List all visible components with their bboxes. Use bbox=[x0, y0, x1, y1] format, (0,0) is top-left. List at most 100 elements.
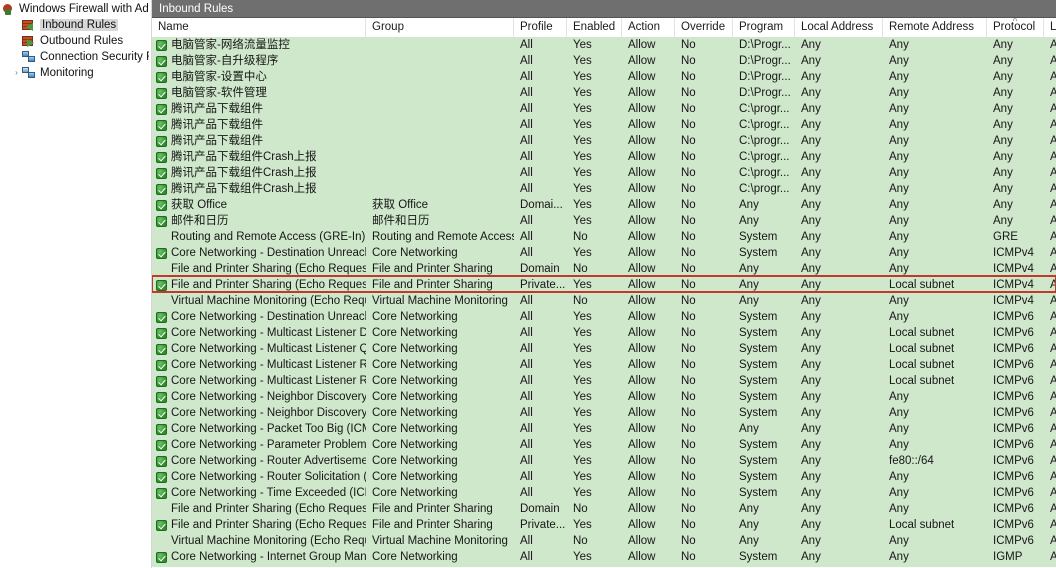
column-header-remote_address[interactable]: Remote Address bbox=[883, 18, 987, 37]
cell-override: No bbox=[681, 471, 696, 483]
sidebar-item-outbound-rules[interactable]: Outbound Rules bbox=[0, 33, 151, 49]
rules-grid-body[interactable]: 电脑管家-网络流量监控 All Yes Allow No D:\Progr... Any An… bbox=[152, 37, 1056, 567]
column-header-action[interactable]: Action bbox=[622, 18, 675, 37]
table-row[interactable]: 电脑管家-软件管理 All Yes Allow No D:\Progr... Any Any A… bbox=[152, 85, 1056, 101]
column-header-override[interactable]: Override bbox=[675, 18, 733, 37]
table-row[interactable]: 电脑管家-设置中心 All Yes Allow No D:\Progr... Any Any A… bbox=[152, 69, 1056, 85]
cell-group: Core Networking bbox=[372, 487, 458, 499]
table-row[interactable]: Core Networking - Time Exceeded (ICMP...… bbox=[152, 485, 1056, 501]
cell-local_address: Any bbox=[801, 519, 821, 531]
rule-disabled-blank-icon bbox=[156, 232, 167, 243]
cell-protocol: ICMPv6 bbox=[993, 375, 1034, 387]
cell-profile: All bbox=[520, 439, 533, 451]
cell-group: Core Networking bbox=[372, 391, 458, 403]
sidebar-item-firewall-shield[interactable]: Windows Firewall with Advance bbox=[0, 1, 151, 17]
table-row[interactable]: Core Networking - Internet Group Mana...… bbox=[152, 549, 1056, 565]
cell-remote_address: fe80::/64 bbox=[889, 455, 934, 467]
cell-program: System bbox=[739, 327, 778, 339]
cell-override: No bbox=[681, 103, 696, 115]
column-header-profile[interactable]: Profile bbox=[514, 18, 567, 37]
cell-protocol: ICMPv6 bbox=[993, 439, 1034, 451]
tree-expander-icon[interactable]: › bbox=[11, 65, 22, 81]
cell-local_port: Any bbox=[1050, 215, 1056, 227]
column-header-group[interactable]: Group bbox=[366, 18, 514, 37]
cell-local_port: Any bbox=[1050, 439, 1056, 451]
rule-enabled-check-icon bbox=[156, 87, 167, 99]
table-row[interactable]: File and Printer Sharing (Echo Request -… bbox=[152, 261, 1056, 277]
cell-action: Allow bbox=[628, 199, 656, 211]
table-row[interactable]: File and Printer Sharing (Echo Request -… bbox=[152, 517, 1056, 533]
table-row[interactable]: File and Printer Sharing (Echo Request -… bbox=[152, 277, 1056, 293]
table-row[interactable]: Core Networking - Destination Unreacha..… bbox=[152, 309, 1056, 325]
cell-enabled: Yes bbox=[573, 519, 592, 531]
sidebar-item-inbound-rules[interactable]: Inbound Rules bbox=[0, 17, 151, 33]
table-row[interactable]: Core Networking - Destination Unreacha..… bbox=[152, 245, 1056, 261]
table-row[interactable]: Virtual Machine Monitoring (Echo Reque..… bbox=[152, 293, 1056, 309]
table-row[interactable]: Routing and Remote Access (GRE-In) Routin… bbox=[152, 229, 1056, 245]
table-row[interactable] bbox=[152, 565, 1056, 567]
table-row[interactable]: 腾讯产品下载组件 All Yes Allow No C:\progr... Any Any An… bbox=[152, 101, 1056, 117]
cell-local_address: Any bbox=[801, 407, 821, 419]
cell-remote_address: Local subnet bbox=[889, 279, 955, 291]
rule-name-text: 获取 Office bbox=[171, 199, 228, 211]
cell-name: File and Printer Sharing (Echo Request -… bbox=[152, 261, 366, 277]
table-row[interactable]: 腾讯产品下载组件Crash上报 All Yes Allow No C:\progr... A… bbox=[152, 181, 1056, 197]
sidebar-item-monitoring[interactable]: › Monitoring bbox=[0, 65, 151, 81]
cell-action: Allow bbox=[628, 535, 656, 547]
table-row[interactable]: File and Printer Sharing (Echo Request -… bbox=[152, 501, 1056, 517]
cell-profile: All bbox=[520, 183, 533, 195]
table-row[interactable]: Core Networking - Packet Too Big (ICMP..… bbox=[152, 421, 1056, 437]
table-row[interactable]: 腾讯产品下载组件Crash上报 All Yes Allow No C:\progr... A… bbox=[152, 149, 1056, 165]
table-row[interactable]: 电脑管家-网络流量监控 All Yes Allow No D:\Progr... Any An… bbox=[152, 37, 1056, 53]
cell-local_port: Any bbox=[1050, 183, 1056, 195]
cell-override: No bbox=[681, 407, 696, 419]
cell-local_port: Any bbox=[1050, 423, 1056, 435]
table-row[interactable]: Core Networking - Neighbor Discovery S..… bbox=[152, 405, 1056, 421]
cell-protocol: Any bbox=[993, 119, 1013, 131]
cell-override: No bbox=[681, 279, 696, 291]
column-header-local_address[interactable]: Local Address bbox=[795, 18, 883, 37]
cell-remote_address: Any bbox=[889, 391, 909, 403]
table-row[interactable]: 获取 Office 获取 Office Domai... Yes Allow No Any A… bbox=[152, 197, 1056, 213]
sidebar-item-connection-security[interactable]: Connection Security Rules bbox=[0, 49, 151, 65]
table-row[interactable]: Core Networking - Parameter Problem (I..… bbox=[152, 437, 1056, 453]
rule-enabled-check-icon bbox=[156, 375, 167, 387]
rule-disabled-blank-icon bbox=[156, 536, 167, 547]
column-header-protocol[interactable]: ˄ Protocol bbox=[987, 18, 1044, 37]
table-row[interactable]: Core Networking - Multicast Listener Do.… bbox=[152, 325, 1056, 341]
cell-local_address: Any bbox=[801, 343, 821, 355]
table-row[interactable]: 电脑管家-自升级程序 All Yes Allow No D:\Progr... Any Any… bbox=[152, 53, 1056, 69]
sidebar-item-label: Inbound Rules bbox=[40, 19, 119, 31]
table-row[interactable]: Core Networking - Multicast Listener Rep… bbox=[152, 373, 1056, 389]
cell-local_port: Any bbox=[1050, 135, 1056, 147]
table-row[interactable]: Core Networking - Multicast Listener Rep… bbox=[152, 357, 1056, 373]
table-row[interactable]: 腾讯产品下载组件Crash上报 All Yes Allow No C:\progr... A… bbox=[152, 165, 1056, 181]
cell-action: Allow bbox=[628, 519, 656, 531]
cell-program: Any bbox=[739, 263, 759, 275]
table-row[interactable]: Core Networking - Neighbor Discovery A..… bbox=[152, 389, 1056, 405]
table-row[interactable]: 邮件和日历 邮件和日历 All Yes Allow No Any Any Any Any Any bbox=[152, 213, 1056, 229]
table-row[interactable]: Virtual Machine Monitoring (Echo Reque..… bbox=[152, 533, 1056, 549]
cell-enabled: Yes bbox=[573, 87, 592, 99]
cell-group: 获取 Office bbox=[372, 199, 429, 211]
cell-profile: All bbox=[520, 407, 533, 419]
cell-action bbox=[622, 565, 675, 567]
table-row[interactable]: Core Networking - Multicast Listener Qu.… bbox=[152, 341, 1056, 357]
column-header-name[interactable]: Name bbox=[152, 18, 366, 37]
column-header-enabled[interactable]: Enabled bbox=[567, 18, 622, 37]
cell-local_port: Any bbox=[1050, 103, 1056, 115]
rule-name-text: 邮件和日历 bbox=[171, 215, 229, 227]
table-row[interactable]: Core Networking - Router Solicitation (I… bbox=[152, 469, 1056, 485]
cell-override: No bbox=[681, 135, 696, 147]
cell-group: Core Networking bbox=[372, 359, 458, 371]
cell-profile bbox=[514, 565, 567, 567]
table-row[interactable]: 腾讯产品下载组件 All Yes Allow No C:\progr... Any Any An… bbox=[152, 133, 1056, 149]
console-tree: Windows Firewall with Advance Inbound Rul… bbox=[0, 1, 151, 81]
cell-action: Allow bbox=[628, 247, 656, 259]
table-row[interactable]: Core Networking - Router Advertisement..… bbox=[152, 453, 1056, 469]
column-header-local_port[interactable]: Local Po bbox=[1044, 18, 1056, 37]
table-row[interactable]: 腾讯产品下载组件 All Yes Allow No C:\progr... Any Any An… bbox=[152, 117, 1056, 133]
cell-remote_address: Any bbox=[889, 551, 909, 563]
cell-local_address: Any bbox=[801, 423, 821, 435]
column-header-program[interactable]: Program bbox=[733, 18, 795, 37]
